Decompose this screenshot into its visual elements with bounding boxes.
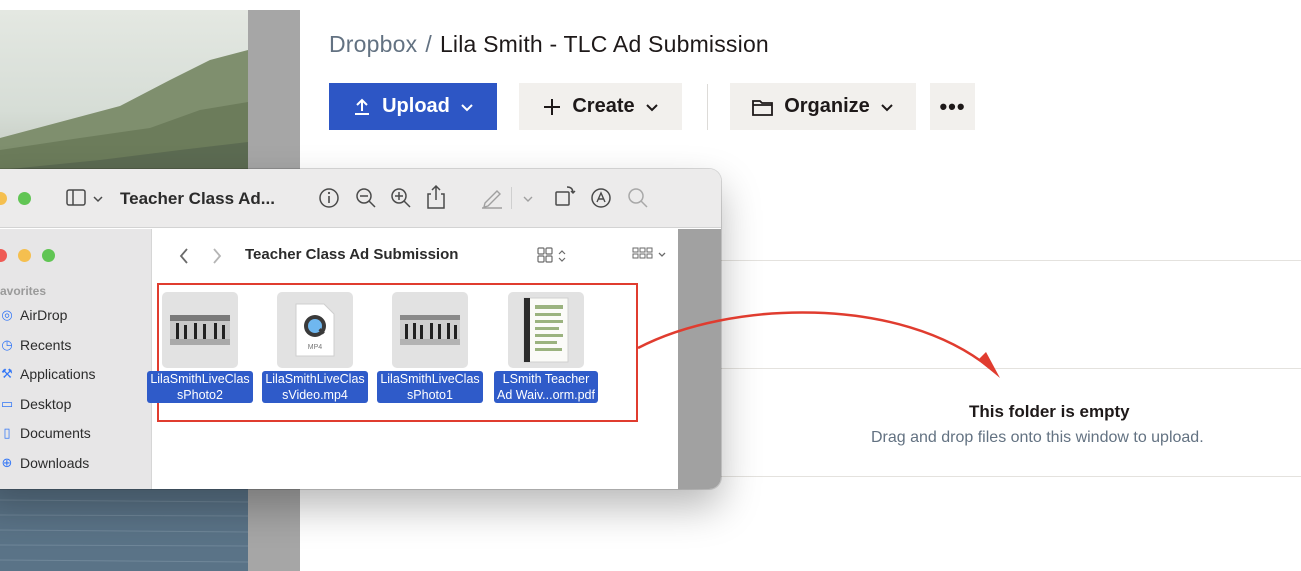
annotation-arrow [637,311,1000,378]
